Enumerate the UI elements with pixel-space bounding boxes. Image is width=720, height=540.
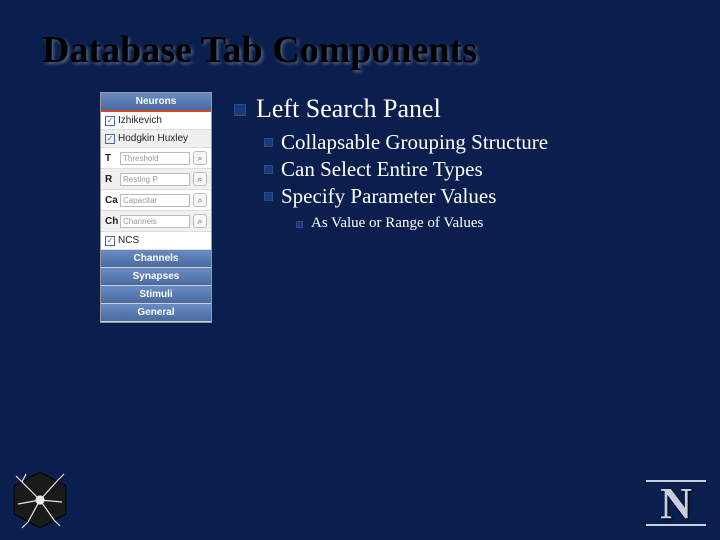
bullet-icon <box>264 138 273 147</box>
nevada-logo-icon: N <box>646 476 706 530</box>
item-label: Izhikevich <box>118 115 207 126</box>
param-field: Resting P <box>120 173 190 186</box>
param-label: T <box>105 153 117 164</box>
bullet-text: Can Select Entire Types <box>281 157 483 182</box>
param-resting: R Resting P ⌕ <box>101 169 211 190</box>
item-label: Hodgkin Huxley <box>118 133 207 144</box>
section-channels: Channels <box>101 250 211 268</box>
bullet-text: Collapsable Grouping Structure <box>281 130 548 155</box>
param-capacitance: Ca Capacitar ⌕ <box>101 190 211 211</box>
bullet-level2: Collapsable Grouping Structure <box>264 130 720 155</box>
param-label: R <box>105 174 117 185</box>
param-field: Capacitar <box>120 194 190 207</box>
bullet-level1: Left Search Panel <box>234 94 720 124</box>
section-neurons: Neurons <box>101 93 211 112</box>
param-label: Ca <box>105 195 117 206</box>
param-field: Channels <box>120 215 190 228</box>
bullet-text: As Value or Range of Values <box>311 215 483 232</box>
bullet-level2: Can Select Entire Types <box>264 157 720 182</box>
neuron-logo-icon <box>8 468 72 532</box>
section-stimuli: Stimuli <box>101 286 211 304</box>
param-threshold: T Threshold ⌕ <box>101 148 211 169</box>
param-label: Ch <box>105 216 117 227</box>
param-channels: Ch Channels ⌕ <box>101 211 211 232</box>
bullet-level3: As Value or Range of Values <box>296 215 720 232</box>
bullet-icon <box>234 104 246 116</box>
search-icon: ⌕ <box>193 193 207 207</box>
checkbox-icon: ✓ <box>105 116 115 126</box>
bullet-text: Left Search Panel <box>256 94 441 124</box>
section-general: General <box>101 304 211 322</box>
item-izhikevich: ✓ Izhikevich <box>101 112 211 130</box>
checkbox-icon: ✓ <box>105 236 115 246</box>
param-field: Threshold <box>120 152 190 165</box>
item-hodgkin: ✓ Hodgkin Huxley <box>101 130 211 148</box>
bullet-icon <box>296 221 303 228</box>
section-synapses: Synapses <box>101 268 211 286</box>
bullet-icon <box>264 165 273 174</box>
item-ncs: ✓ NCS <box>101 232 211 250</box>
search-icon: ⌕ <box>193 151 207 165</box>
search-icon: ⌕ <box>193 172 207 186</box>
bullet-text: Specify Parameter Values <box>281 184 496 209</box>
slide-content: Neurons ✓ Izhikevich ✓ Hodgkin Huxley T … <box>0 72 720 323</box>
bullet-list: Left Search Panel Collapsable Grouping S… <box>234 92 720 323</box>
bullet-icon <box>264 192 273 201</box>
checkbox-icon: ✓ <box>105 134 115 144</box>
item-label: NCS <box>118 235 207 246</box>
slide-title: Database Tab Components <box>0 0 720 72</box>
search-panel: Neurons ✓ Izhikevich ✓ Hodgkin Huxley T … <box>100 92 212 323</box>
bullet-level2: Specify Parameter Values <box>264 184 720 209</box>
search-icon: ⌕ <box>193 214 207 228</box>
